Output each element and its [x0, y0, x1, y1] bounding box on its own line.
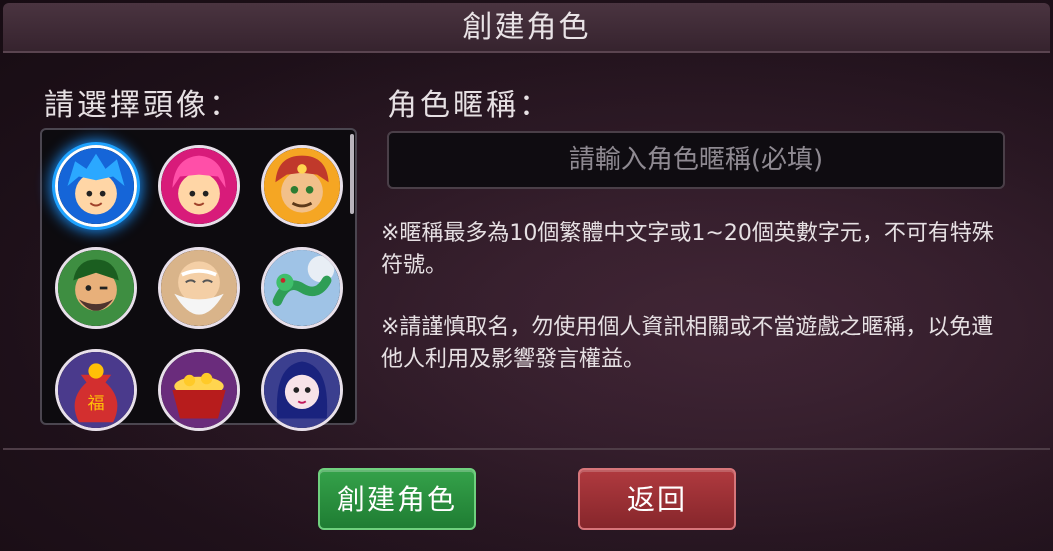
avatar-green-dragon[interactable]: [261, 247, 343, 329]
nickname-section-label: 角色暱稱：: [387, 88, 552, 123]
avatar-section-label: 請選擇頭像：: [44, 88, 242, 123]
avatar-pink-hair-girl[interactable]: [158, 145, 240, 227]
green-dragon-icon: [264, 250, 340, 326]
back-button[interactable]: 返回: [578, 468, 736, 530]
avatar-white-beard-elder[interactable]: [158, 247, 240, 329]
blue-hair-boy-icon: [58, 148, 134, 224]
nickname-input[interactable]: [387, 131, 1005, 189]
white-beard-elder-icon: [161, 250, 237, 326]
avatar-turban-man[interactable]: [261, 145, 343, 227]
avatar-blue-hair-boy[interactable]: [55, 145, 137, 227]
treasure-bowl-icon: [161, 352, 237, 428]
avatar-fortune-bag[interactable]: 福: [55, 349, 137, 431]
create-character-button[interactable]: 創建角色: [318, 468, 476, 530]
nickname-rule-note: ※暱稱最多為10個繁體中文字或1~20個英數字元，不可有特殊符號。: [381, 221, 994, 278]
nickname-warning-note: ※請謹慎取名，勿使用個人資訊相關或不當遊戲之暱稱，以免遭他人利用及影響發言權益。: [381, 315, 994, 372]
avatar-treasure-bowl[interactable]: [158, 349, 240, 431]
footer-divider: [3, 448, 1050, 450]
create-character-dialog: 創建角色 請選擇頭像： 角色暱稱： 福 請輸入角色暱稱(必填) ※暱稱最多為10…: [0, 0, 1053, 551]
avatar-bearded-warrior[interactable]: [55, 247, 137, 329]
dialog-title: 創建角色: [462, 10, 591, 45]
fortune-bag-icon: 福: [58, 352, 134, 428]
bearded-warrior-icon: [58, 250, 134, 326]
turban-man-icon: [264, 148, 340, 224]
avatar-list-scrollbar[interactable]: [350, 134, 354, 214]
dark-hair-lady-icon: [264, 352, 340, 428]
pink-hair-girl-icon: [161, 148, 237, 224]
title-bar: 創建角色: [3, 3, 1050, 53]
svg-text:福: 福: [87, 394, 104, 414]
avatar-dark-hair-lady[interactable]: [261, 349, 343, 431]
